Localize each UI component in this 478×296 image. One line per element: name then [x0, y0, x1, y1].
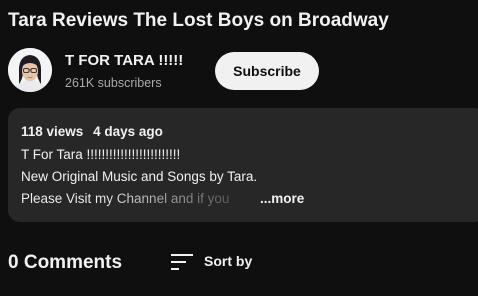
channel-avatar[interactable] — [8, 48, 52, 92]
description-line: New Original Music and Songs by Tara. — [21, 169, 258, 184]
subscribe-button[interactable]: Subscribe — [215, 52, 319, 90]
sort-by-label: Sort by — [204, 253, 253, 269]
subscriber-count: 261K subscribers — [65, 76, 162, 90]
channel-name[interactable]: T FOR TARA !!!!! — [65, 52, 183, 69]
description-line-truncated: Please Visit my Channel and if you — [21, 191, 230, 206]
channel-row: T FOR TARA !!!!! 261K subscribers Subscr… — [8, 46, 478, 94]
sort-by-button[interactable]: Sort by — [168, 248, 264, 276]
sort-icon — [171, 254, 193, 270]
view-count: 118 views — [21, 124, 84, 139]
comments-count: 0 Comments — [8, 252, 123, 273]
show-more-link[interactable]: ...more — [260, 191, 304, 206]
description-line: T For Tara !!!!!!!!!!!!!!!!!!!!!!!!! — [21, 147, 181, 162]
description-panel[interactable]: 118 views 4 days ago T For Tara !!!!!!!!… — [8, 108, 478, 222]
video-title: Tara Reviews The Lost Boys on Broadway — [8, 10, 389, 31]
upload-age: 4 days ago — [93, 124, 163, 139]
video-meta: 118 views 4 days ago — [21, 124, 163, 139]
avatar-image — [8, 48, 52, 92]
